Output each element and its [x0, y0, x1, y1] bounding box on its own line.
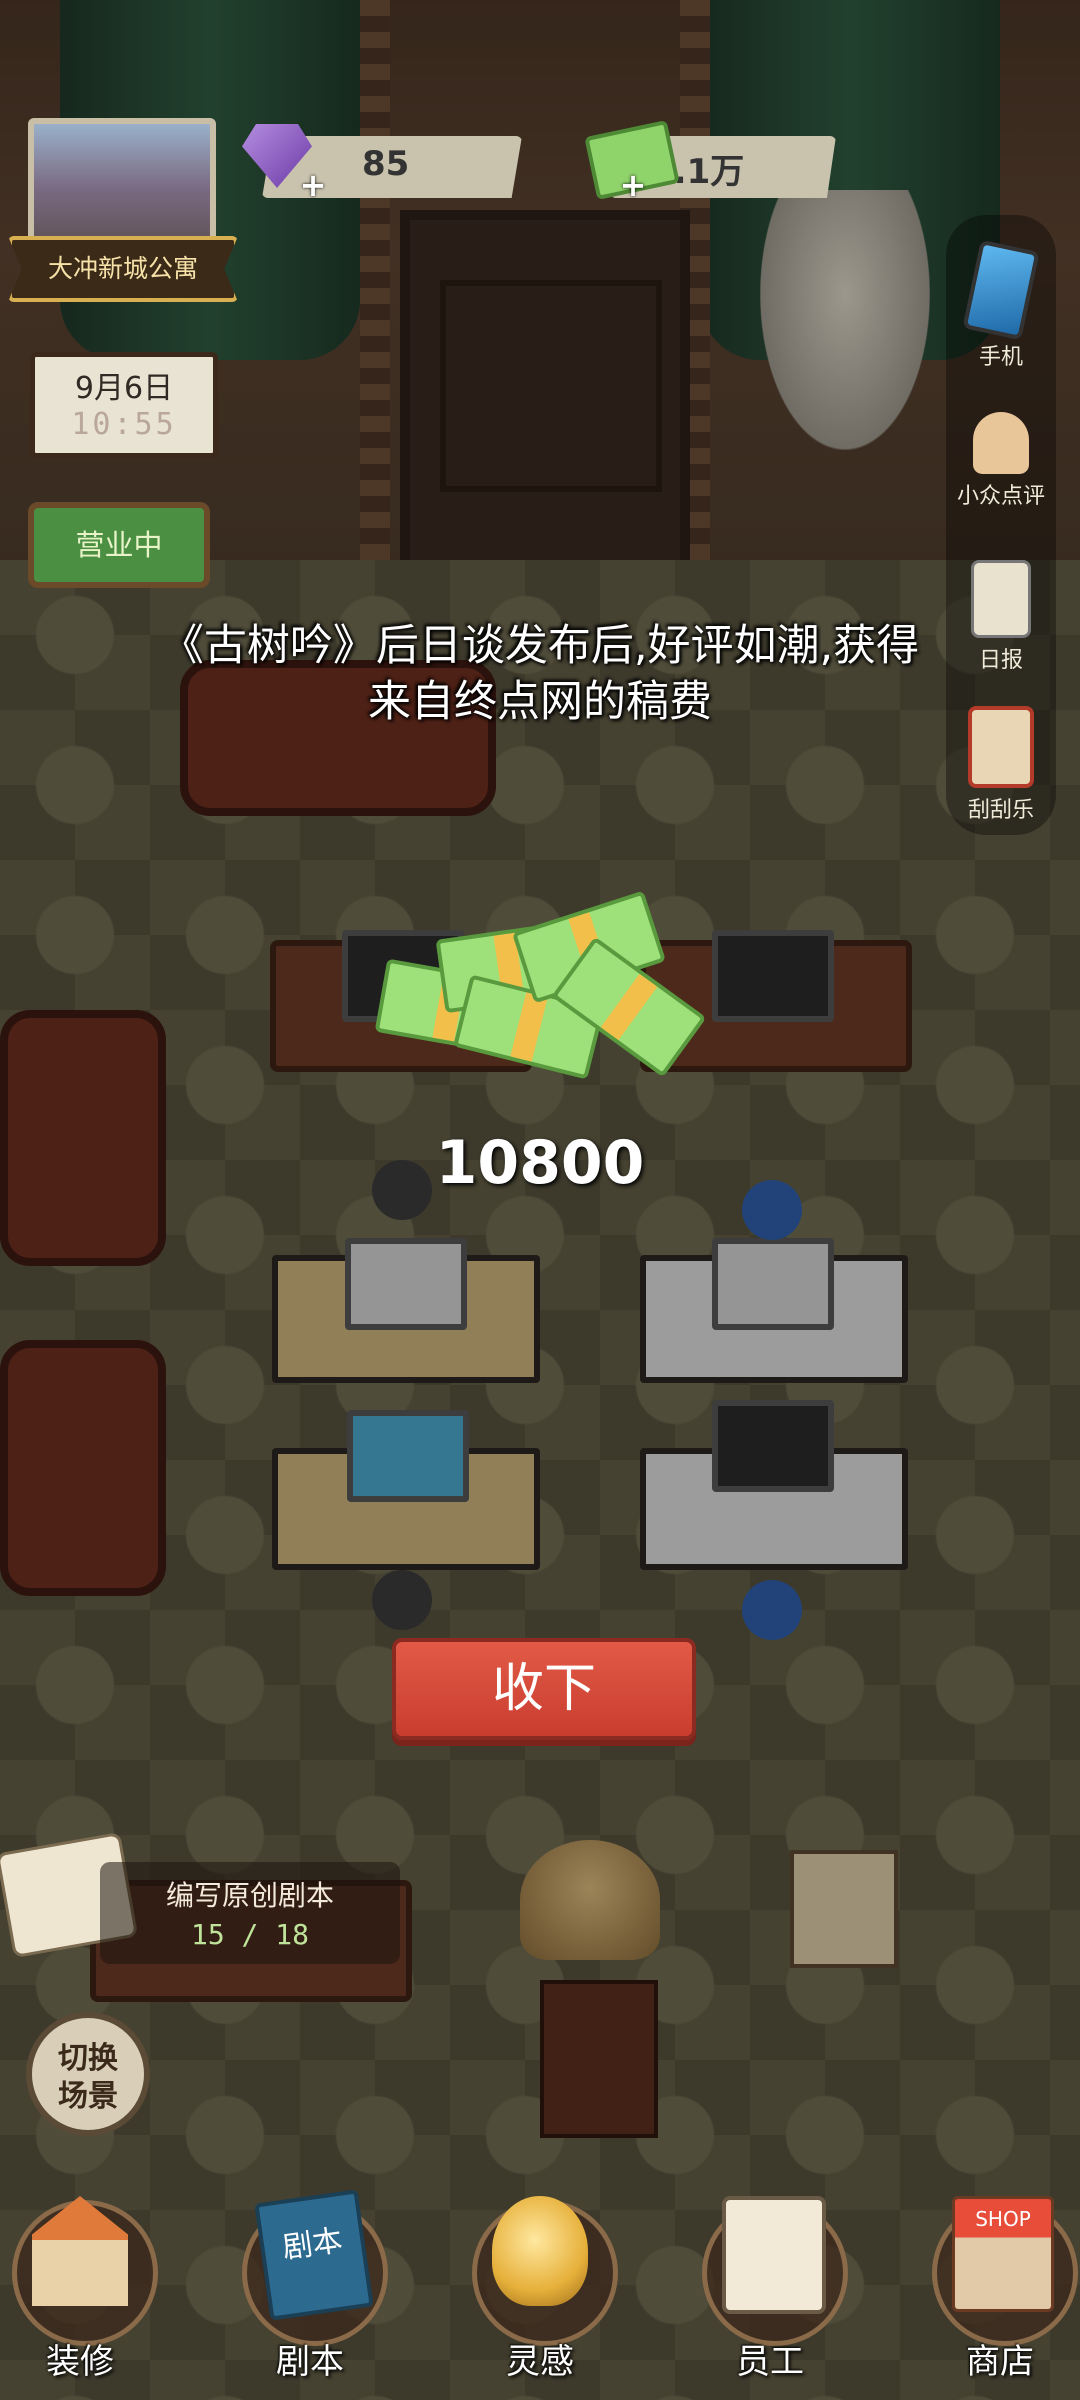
- thumbs-up-icon: [973, 412, 1029, 474]
- location-name[interactable]: 大冲新城公寓: [8, 236, 238, 302]
- nav-label: 商店: [966, 2342, 1034, 2382]
- date-clock: 9月6日 10:55: [30, 352, 218, 458]
- gem-count: 85: [362, 144, 410, 184]
- side-item-label: 刮刮乐: [967, 798, 1034, 823]
- side-item-label: 小众点评: [956, 484, 1045, 509]
- shop-icon: SHOP: [952, 2196, 1054, 2312]
- side-item-phone[interactable]: 手机: [946, 239, 1056, 371]
- date-text: 9月6日: [74, 371, 174, 406]
- task-progress[interactable]: 编写原创剧本 15 / 18: [100, 1862, 400, 1964]
- staff-badge-icon: [722, 2196, 826, 2314]
- lightbulb-icon: [492, 2196, 588, 2306]
- nav-label: 剧本: [276, 2342, 344, 2382]
- reward-message: 《古树吟》后日谈发布后,好评如潮,获得 来自终点网的稿费: [60, 618, 1020, 730]
- nav-shop[interactable]: SHOP 商店: [920, 2180, 1080, 2400]
- switch-scene-label-2: 场景: [58, 2079, 118, 2114]
- script-book-icon: 剧本: [254, 2189, 374, 2321]
- side-item-label: 手机: [978, 345, 1023, 370]
- switch-scene-button[interactable]: 切换 场景: [26, 2012, 150, 2136]
- phone-icon: [962, 239, 1040, 341]
- business-status-sign[interactable]: 营业中: [28, 502, 210, 588]
- nav-staff[interactable]: 员工: [690, 2180, 850, 2400]
- nav-label: 灵感: [506, 2342, 574, 2382]
- money-stack-icon: [374, 890, 707, 1080]
- add-gems-icon[interactable]: +: [296, 168, 330, 202]
- add-cash-icon[interactable]: +: [616, 168, 650, 202]
- time-text: 10:55: [71, 407, 177, 442]
- nav-inspiration[interactable]: 灵感: [460, 2180, 620, 2400]
- task-title: 编写原创剧本: [165, 1879, 334, 1912]
- switch-scene-label-1: 切换: [58, 2041, 118, 2076]
- side-item-reviews[interactable]: 小众点评: [946, 412, 1056, 510]
- bottom-nav: 装修 剧本 剧本 灵感 员工 SHOP 商店: [0, 2180, 1080, 2400]
- nav-script[interactable]: 剧本 剧本: [230, 2180, 390, 2400]
- nav-decorate[interactable]: 装修: [0, 2180, 160, 2400]
- reward-amount: 10800: [435, 1128, 645, 1198]
- accept-button[interactable]: 收下: [392, 1638, 696, 1740]
- nav-label: 员工: [736, 2342, 804, 2382]
- task-progress-count: 15 / 18: [190, 1918, 309, 1951]
- nav-label: 装修: [46, 2342, 114, 2382]
- reward-message-line2: 来自终点网的稿费: [368, 677, 712, 727]
- reward-message-line1: 《古树吟》后日谈发布后,好评如潮,获得: [160, 621, 920, 671]
